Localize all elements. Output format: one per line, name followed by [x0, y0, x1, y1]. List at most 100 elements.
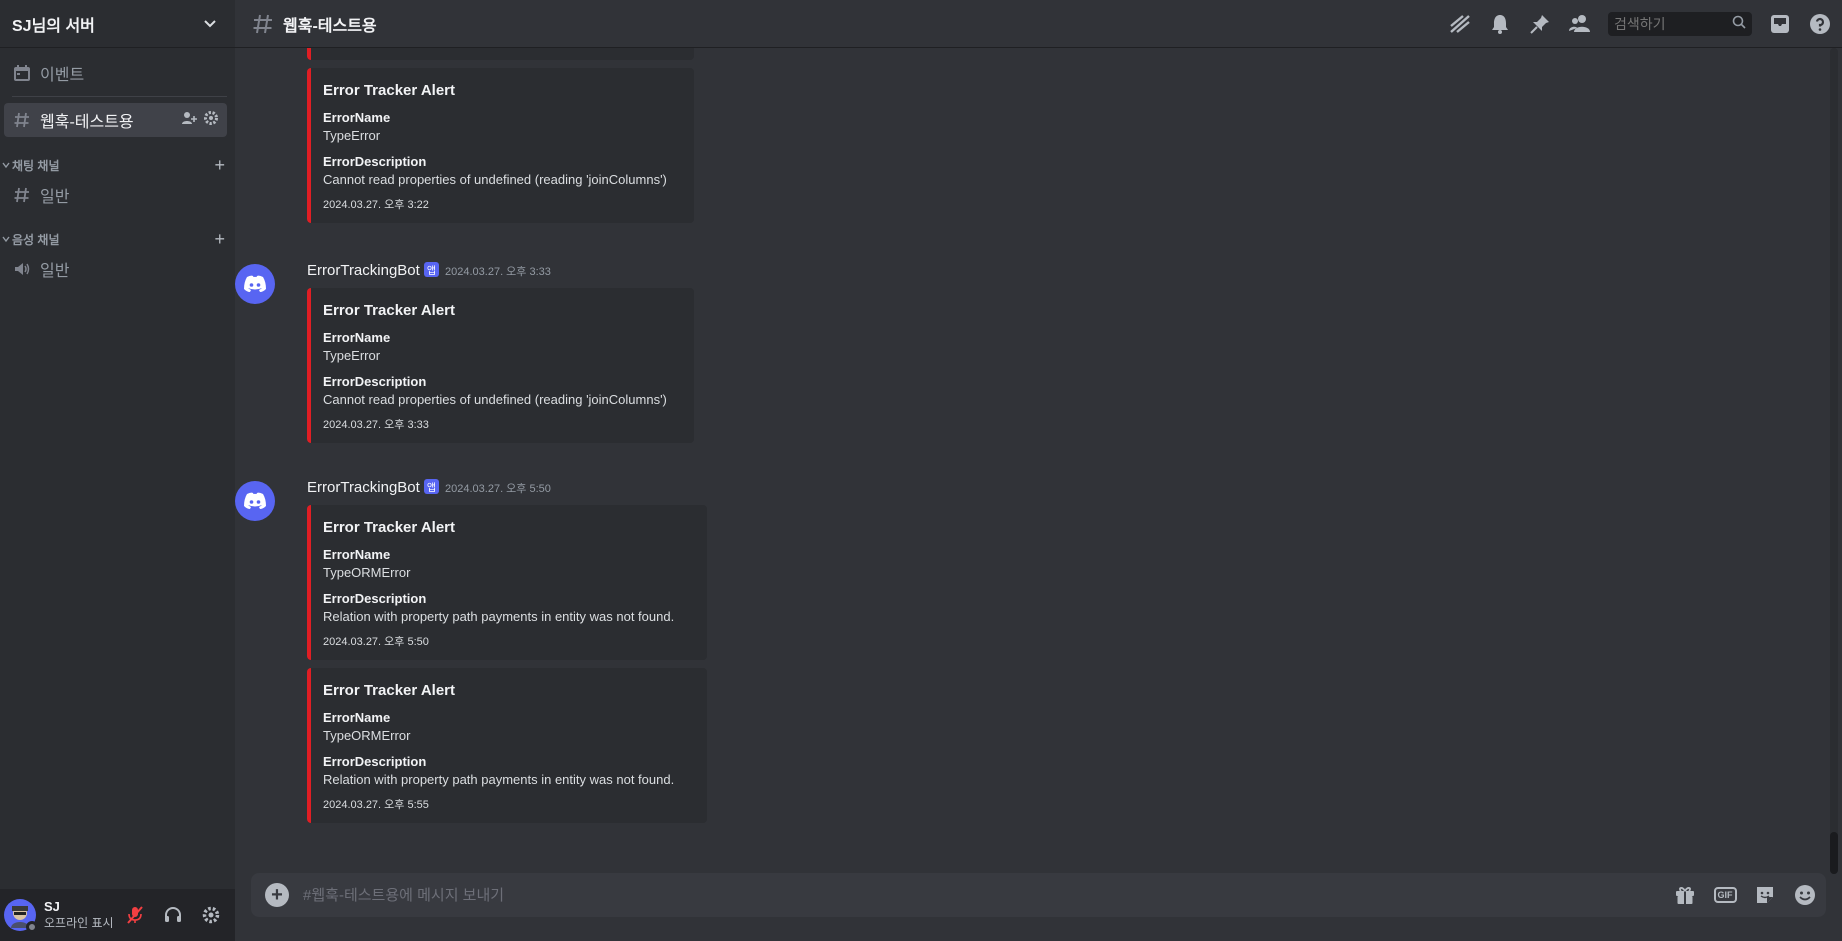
- gift-icon[interactable]: [1672, 882, 1698, 908]
- gear-icon[interactable]: [195, 899, 227, 931]
- avatar[interactable]: [235, 264, 275, 304]
- search-icon: [1732, 15, 1746, 32]
- channel-header: 웹훅-테스트용: [235, 0, 1842, 48]
- sidebar-item-webhook-test[interactable]: 웹훅-테스트용: [4, 103, 227, 137]
- status-indicator: [26, 921, 38, 933]
- inbox-icon[interactable]: [1768, 12, 1792, 36]
- category-label: 채팅 채널: [12, 158, 60, 173]
- add-channel-button[interactable]: +: [214, 229, 225, 250]
- hash-icon: [251, 12, 275, 36]
- avatar[interactable]: [4, 899, 38, 933]
- category-label: 음성 채널: [12, 232, 60, 247]
- header-toolbar: [1448, 11, 1832, 36]
- sidebar-item-label: 웹훅-테스트용: [40, 114, 134, 131]
- headphones-icon[interactable]: [157, 899, 189, 931]
- bell-icon[interactable]: [1488, 12, 1512, 36]
- gear-icon[interactable]: [203, 110, 219, 131]
- sticker-icon[interactable]: [1752, 882, 1778, 908]
- message-timestamp: 2024.03.27. 오후 3:33: [445, 266, 551, 278]
- message-composer: + GIF: [235, 873, 1842, 941]
- divider: [12, 96, 227, 97]
- category-voice-channels[interactable]: 음성 채널 +: [0, 227, 235, 251]
- message-embed: Error Tracker Alert ErrorName TypeError …: [307, 288, 694, 443]
- user-controls: [119, 899, 227, 931]
- sidebar-item-label: 이벤트: [40, 67, 85, 84]
- emoji-icon[interactable]: [1792, 882, 1818, 908]
- add-member-icon[interactable]: [181, 110, 197, 131]
- channel-sidebar: SJ님의 서버 이벤트 웹훅-테스트용 채팅 채널 + 일반 음성 채널 + 일…: [0, 0, 235, 941]
- message: ErrorTrackingBot 앱 2024.03.27. 오후 3:33 E…: [235, 262, 694, 443]
- embed-field-value: Cannot read properties of undefined (rea…: [323, 392, 667, 407]
- members-icon[interactable]: [1568, 12, 1592, 36]
- embed-field-value: Cannot read properties of undefined (rea…: [323, 172, 667, 187]
- pin-icon[interactable]: [1528, 12, 1552, 36]
- sidebar-item-general-voice[interactable]: 일반: [4, 253, 227, 285]
- scrollbar-thumb[interactable]: [1830, 832, 1838, 874]
- sidebar-item-label: 일반: [40, 189, 70, 206]
- embed-field-name: ErrorName: [323, 110, 391, 125]
- channel-actions: [181, 110, 219, 131]
- search-input[interactable]: [1608, 11, 1752, 36]
- user-status: 오프라인 표시: [44, 916, 114, 930]
- embed-field-value: TypeORMError: [323, 565, 411, 580]
- gif-icon[interactable]: GIF: [1712, 882, 1738, 908]
- help-icon[interactable]: [1808, 12, 1832, 36]
- embed-field-value: TypeORMError: [323, 728, 411, 743]
- composer-actions: GIF: [1672, 882, 1818, 908]
- embed-title: Error Tracker Alert: [323, 519, 456, 536]
- app-badge: 앱: [423, 262, 440, 277]
- message-author[interactable]: ErrorTrackingBot: [307, 479, 420, 496]
- chevron-down-icon: [2, 236, 10, 243]
- embed-field-name: ErrorName: [323, 330, 391, 345]
- hash-icon: [12, 185, 32, 205]
- embed-field-name: ErrorDescription: [323, 754, 427, 769]
- embed-field-value: Relation with property path payments in …: [323, 609, 675, 624]
- embed-field-name: ErrorName: [323, 710, 391, 725]
- hash-icon: [12, 110, 32, 130]
- embed-field-name: ErrorDescription: [323, 374, 427, 389]
- sidebar-item-label: 일반: [40, 263, 70, 280]
- embed-field-name: ErrorDescription: [323, 591, 427, 606]
- message-scrollbar[interactable]: [1830, 48, 1838, 874]
- embed-field-value: TypeError: [323, 348, 381, 363]
- embed-title: Error Tracker Alert: [323, 82, 456, 99]
- embed-title: Error Tracker Alert: [323, 302, 456, 319]
- user-panel: SJ 오프라인 표시: [0, 889, 235, 941]
- server-name: SJ님의 서버: [12, 17, 95, 35]
- embed-footer: 2024.03.27. 오후 5:55: [323, 799, 429, 811]
- sidebar-item-general-text[interactable]: 일반: [4, 179, 227, 211]
- channel-list: 이벤트 웹훅-테스트용 채팅 채널 + 일반 음성 채널 + 일반: [0, 48, 235, 889]
- message-timestamp: 2024.03.27. 오후 5:50: [445, 483, 551, 495]
- threads-icon[interactable]: [1448, 12, 1472, 36]
- user-info[interactable]: SJ 오프라인 표시: [44, 899, 114, 931]
- category-text-channels[interactable]: 채팅 채널 +: [0, 153, 235, 177]
- message-input[interactable]: [303, 886, 1672, 904]
- speaker-icon: [12, 259, 32, 279]
- sidebar-item-events[interactable]: 이벤트: [4, 56, 227, 90]
- message: ErrorTrackingBot 앱 2024.03.27. 오후 5:50 E…: [235, 479, 707, 823]
- message-embed: Error Tracker Alert ErrorName TypeORMErr…: [307, 668, 707, 823]
- message-embed-partial: [307, 48, 694, 60]
- embed-field-value: TypeError: [323, 128, 381, 143]
- embed-field-value: Relation with property path payments in …: [323, 772, 675, 787]
- chevron-down-icon[interactable]: [201, 15, 219, 33]
- calendar-icon: [12, 63, 32, 83]
- embed-footer: 2024.03.27. 오후 5:50: [323, 636, 429, 648]
- app-badge: 앱: [423, 479, 440, 494]
- avatar[interactable]: [235, 481, 275, 521]
- add-attachment-button[interactable]: +: [265, 883, 289, 907]
- add-channel-button[interactable]: +: [214, 155, 225, 176]
- message-embed: Error Tracker Alert ErrorName TypeError …: [307, 68, 694, 223]
- main-panel: 웹훅-테스트용 검색하기 Error Tracker Alert ErrorNa…: [235, 0, 1842, 941]
- message-author[interactable]: ErrorTrackingBot: [307, 262, 420, 279]
- search-field[interactable]: [1614, 15, 1724, 32]
- message-header: ErrorTrackingBot 앱 2024.03.27. 오후 5:50: [307, 479, 691, 501]
- server-header[interactable]: SJ님의 서버: [0, 0, 235, 48]
- chevron-down-icon: [2, 162, 10, 169]
- embed-field-name: ErrorName: [323, 547, 391, 562]
- embed-title: Error Tracker Alert: [323, 682, 456, 699]
- embed-footer: 2024.03.27. 오후 3:22: [323, 199, 429, 211]
- mute-microphone-icon[interactable]: [119, 899, 151, 931]
- message-list: Error Tracker Alert ErrorName TypeError …: [235, 48, 1842, 873]
- gif-label: GIF: [1713, 887, 1737, 903]
